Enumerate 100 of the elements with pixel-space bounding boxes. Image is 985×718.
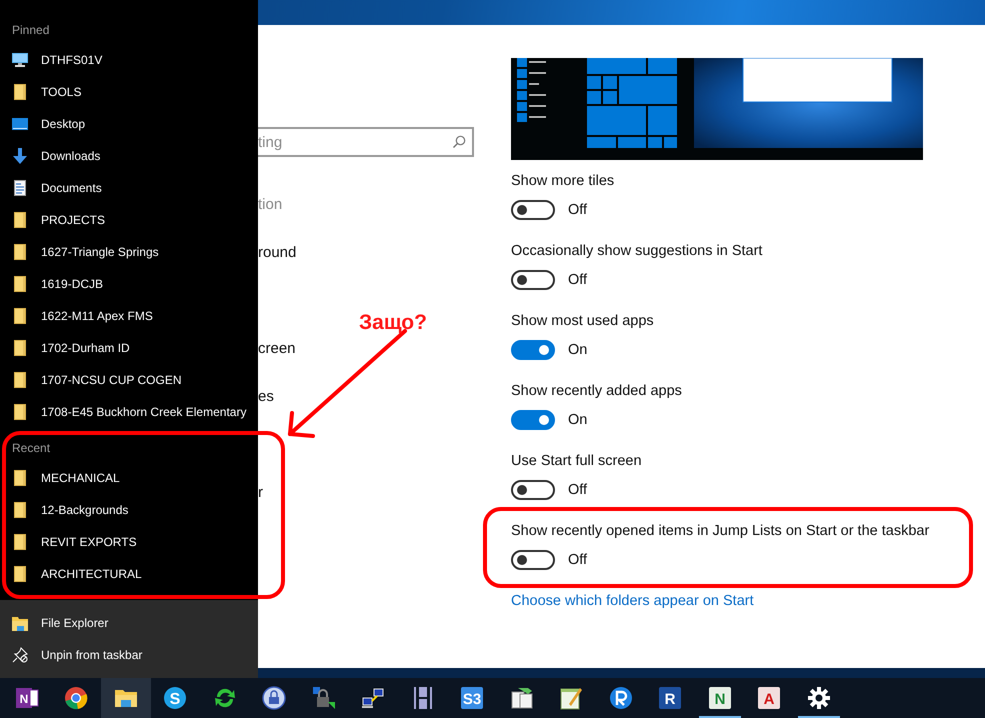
lock-icon: [262, 686, 286, 710]
taskbar-button[interactable]: [101, 678, 150, 718]
folder-icon: [14, 244, 26, 260]
jump-list-action[interactable]: File Explorer: [0, 607, 258, 639]
folders-link[interactable]: Choose which folders appear on Start: [511, 591, 754, 611]
jump-list-item[interactable]: TOOLS: [0, 76, 258, 108]
taskbar-button[interactable]: A: [744, 678, 794, 718]
folder-icon: [14, 372, 26, 388]
settings-icon: [806, 686, 831, 710]
section-header: Recent: [12, 441, 50, 455]
download-icon: [12, 148, 28, 164]
folder-icon: [14, 340, 26, 356]
option-label: Show more tiles: [511, 172, 616, 191]
jump-list-item[interactable]: 1707-NCSU CUP COGEN: [0, 364, 258, 396]
item-label: TOOLS: [41, 85, 82, 99]
toggle-switch[interactable]: [511, 200, 555, 220]
toggle-state: Off: [568, 202, 588, 218]
folder-icon: [14, 566, 26, 582]
app-tile-icon: R: [658, 686, 682, 710]
browser-icon: [64, 686, 88, 710]
item-label: 1627-Triangle Springs: [41, 245, 159, 259]
item-label: Downloads: [41, 149, 100, 163]
jump-list-item[interactable]: ARCHITECTURAL: [0, 558, 258, 590]
jump-list-item[interactable]: 1702-Durham ID: [0, 332, 258, 364]
search-icon: [452, 135, 466, 149]
item-label: 1707-NCSU CUP COGEN: [41, 373, 182, 387]
toggle-switch[interactable]: [511, 480, 555, 500]
chat-icon: S: [163, 686, 188, 710]
folder-icon: [14, 502, 26, 518]
jump-list-item[interactable]: Documents: [0, 172, 258, 204]
toggle-switch[interactable]: [511, 270, 555, 290]
toggle-state: On: [568, 342, 588, 358]
jump-list-item[interactable]: REVIT EXPORTS: [0, 526, 258, 558]
jump-list-item[interactable]: MECHANICAL: [0, 462, 258, 494]
item-label: File Explorer: [41, 616, 108, 630]
item-label: ARCHITECTURAL: [41, 567, 142, 581]
toggle-switch[interactable]: [511, 340, 555, 360]
taskbar-button[interactable]: R: [646, 678, 695, 718]
jump-list-item[interactable]: PROJECTS: [0, 204, 258, 236]
item-label: 1622-M11 Apex FMS: [41, 309, 153, 323]
item-label: Unpin from taskbar: [41, 648, 142, 662]
nav-heading: tion: [258, 196, 282, 212]
circle-app-icon: [608, 686, 633, 710]
nav-item[interactable]: es: [258, 388, 274, 404]
item-label: 1702-Durham ID: [41, 341, 130, 355]
option-label: Show recently opened items in Jump Lists on Start or the taskbar: [511, 522, 930, 541]
toggle-switch[interactable]: [511, 550, 555, 570]
nav-item[interactable]: r: [258, 484, 263, 500]
folder-icon: [14, 276, 26, 292]
app-tile-icon: A: [757, 686, 782, 710]
item-label: DTHFS01V: [41, 53, 102, 67]
nav-item[interactable]: round: [258, 244, 296, 260]
lock-icon: [312, 686, 336, 710]
jump-list-item[interactable]: Desktop: [0, 108, 258, 140]
folder-icon: [14, 212, 26, 228]
toggle-state: On: [568, 412, 588, 428]
computer-icon: [12, 53, 28, 67]
jump-list-item[interactable]: 1708-E45 Buckhorn Creek Elementary: [0, 396, 258, 428]
app-tile-icon: N: [708, 686, 732, 710]
folder-icon: [14, 84, 26, 100]
document-icon: [510, 686, 534, 710]
folder-icon: [14, 534, 26, 550]
taskbar-button[interactable]: N: [695, 678, 744, 718]
folder-icon: [14, 470, 26, 486]
folder-icon: [14, 308, 26, 324]
section-header: Pinned: [12, 23, 50, 37]
option-label: Occasionally show suggestions in Start: [511, 242, 764, 261]
jump-list-item[interactable]: 1627-Triangle Springs: [0, 236, 258, 268]
taskbar-button[interactable]: N: [2, 678, 52, 718]
annotation-note: Защо?: [359, 311, 427, 335]
unpin-icon: [12, 647, 28, 663]
network-icon: [361, 686, 386, 710]
option-label: Show recently added apps: [511, 382, 683, 401]
item-label: REVIT EXPORTS: [41, 535, 137, 549]
toggle-state: Off: [568, 552, 588, 568]
folder-icon: [14, 404, 26, 420]
item-label: Desktop: [41, 117, 86, 131]
item-label: 1708-E45 Buckhorn Creek Elementary: [41, 405, 246, 419]
item-label: 1619-DCJB: [41, 277, 104, 291]
desktop-icon: [12, 118, 28, 130]
item-label: 12-Backgrounds: [41, 503, 128, 517]
item-label: Documents: [41, 181, 102, 195]
sync-icon: [212, 686, 237, 710]
item-label: PROJECTS: [41, 213, 106, 227]
search-field[interactable]: ting: [258, 127, 474, 157]
jump-list-item[interactable]: DTHFS01V: [0, 44, 258, 76]
jump-list-item[interactable]: Downloads: [0, 140, 258, 172]
option-label: Show most used apps: [511, 312, 655, 331]
option-label: Use Start full screen: [511, 452, 643, 471]
document-icon: [14, 180, 26, 196]
jump-list-item[interactable]: 1619-DCJB: [0, 268, 258, 300]
jump-list-item[interactable]: 1622-M11 Apex FMS: [0, 300, 258, 332]
jump-list-item[interactable]: 12-Backgrounds: [0, 494, 258, 526]
toggle-state: Off: [568, 272, 588, 288]
app-tile-icon: S3: [460, 686, 484, 710]
toggle-switch[interactable]: [511, 410, 555, 430]
toggle-state: Off: [568, 482, 588, 498]
jump-list-action[interactable]: Unpin from taskbar: [0, 639, 258, 671]
notepad-icon: [559, 686, 584, 710]
nav-item[interactable]: creen: [258, 340, 296, 356]
